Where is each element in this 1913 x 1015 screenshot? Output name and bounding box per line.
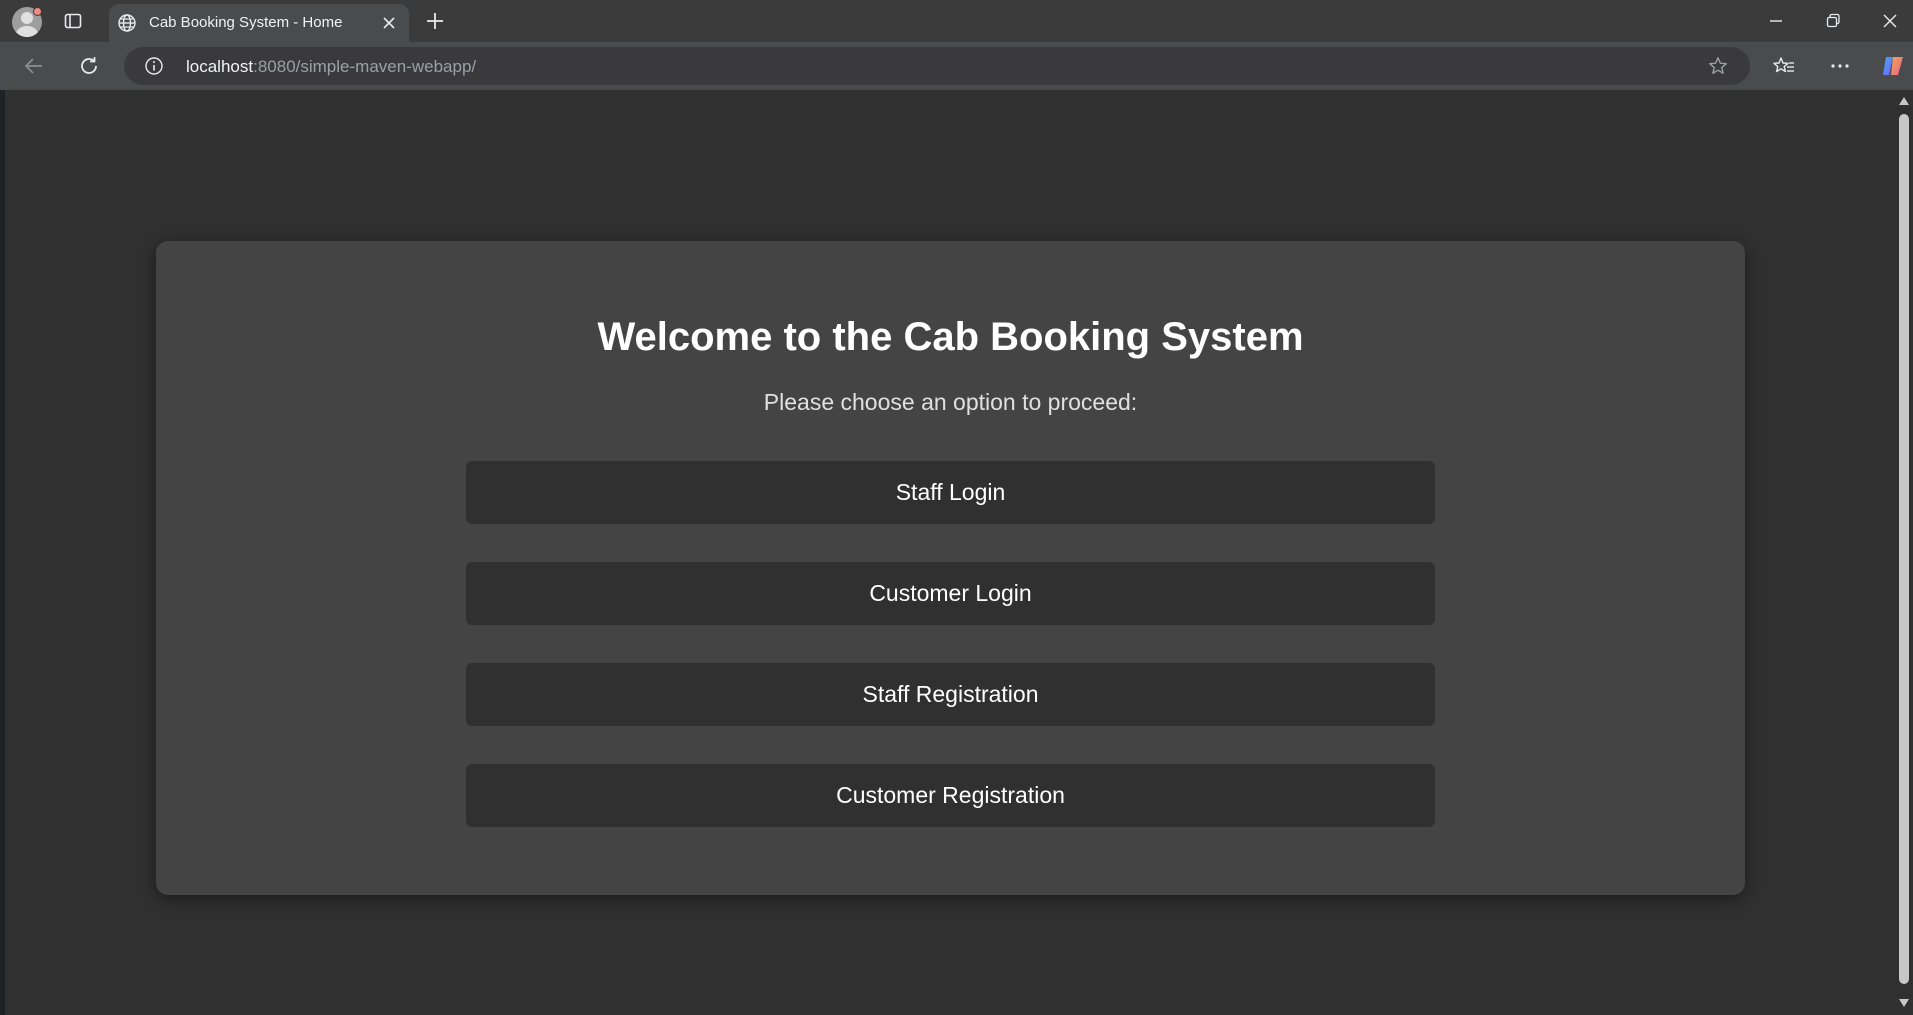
- close-tab-icon[interactable]: [379, 13, 399, 33]
- customer-login-button[interactable]: Customer Login: [466, 562, 1435, 625]
- favorite-star-icon[interactable]: [1707, 55, 1729, 77]
- favorites-icon[interactable]: [1772, 54, 1796, 78]
- reload-icon[interactable]: [77, 54, 101, 78]
- staff-registration-button[interactable]: Staff Registration: [466, 663, 1435, 726]
- back-arrow-icon[interactable]: [22, 54, 46, 78]
- tab-title: Cab Booking System - Home: [149, 14, 343, 31]
- copilot-icon[interactable]: [1880, 53, 1906, 79]
- page-viewport: Welcome to the Cab Booking System Please…: [5, 90, 1895, 1015]
- new-tab-icon[interactable]: [424, 10, 446, 32]
- page-title: Welcome to the Cab Booking System: [597, 315, 1304, 359]
- scroll-up-arrow-icon[interactable]: [1898, 96, 1910, 106]
- scroll-down-arrow-icon[interactable]: [1898, 998, 1910, 1008]
- site-info-icon[interactable]: [144, 56, 164, 76]
- tab-strip: Cab Booking System - Home: [0, 0, 1913, 42]
- page-subtitle: Please choose an option to proceed:: [763, 389, 1138, 415]
- minimize-icon[interactable]: [1764, 9, 1788, 33]
- restore-icon[interactable]: [1821, 9, 1845, 33]
- more-options-icon[interactable]: [1828, 54, 1852, 78]
- scrollbar-thumb[interactable]: [1899, 114, 1909, 984]
- customer-registration-button[interactable]: Customer Registration: [466, 764, 1435, 827]
- profile-notification-dot: [33, 7, 42, 16]
- vertical-scrollbar[interactable]: [1895, 90, 1913, 1015]
- url-host: localhost: [186, 57, 254, 76]
- globe-icon: [118, 14, 136, 32]
- url-text: localhost:8080/simple-maven-webapp/: [186, 57, 476, 77]
- tab-actions-icon[interactable]: [63, 11, 83, 31]
- close-window-icon[interactable]: [1878, 9, 1902, 33]
- welcome-card: Welcome to the Cab Booking System Please…: [156, 241, 1745, 895]
- url-path: :8080/simple-maven-webapp/: [253, 57, 477, 76]
- address-bar[interactable]: localhost:8080/simple-maven-webapp/: [124, 47, 1750, 85]
- browser-tab[interactable]: Cab Booking System - Home: [109, 4, 409, 42]
- staff-login-button[interactable]: Staff Login: [466, 461, 1435, 524]
- browser-toolbar: localhost:8080/simple-maven-webapp/: [0, 42, 1913, 90]
